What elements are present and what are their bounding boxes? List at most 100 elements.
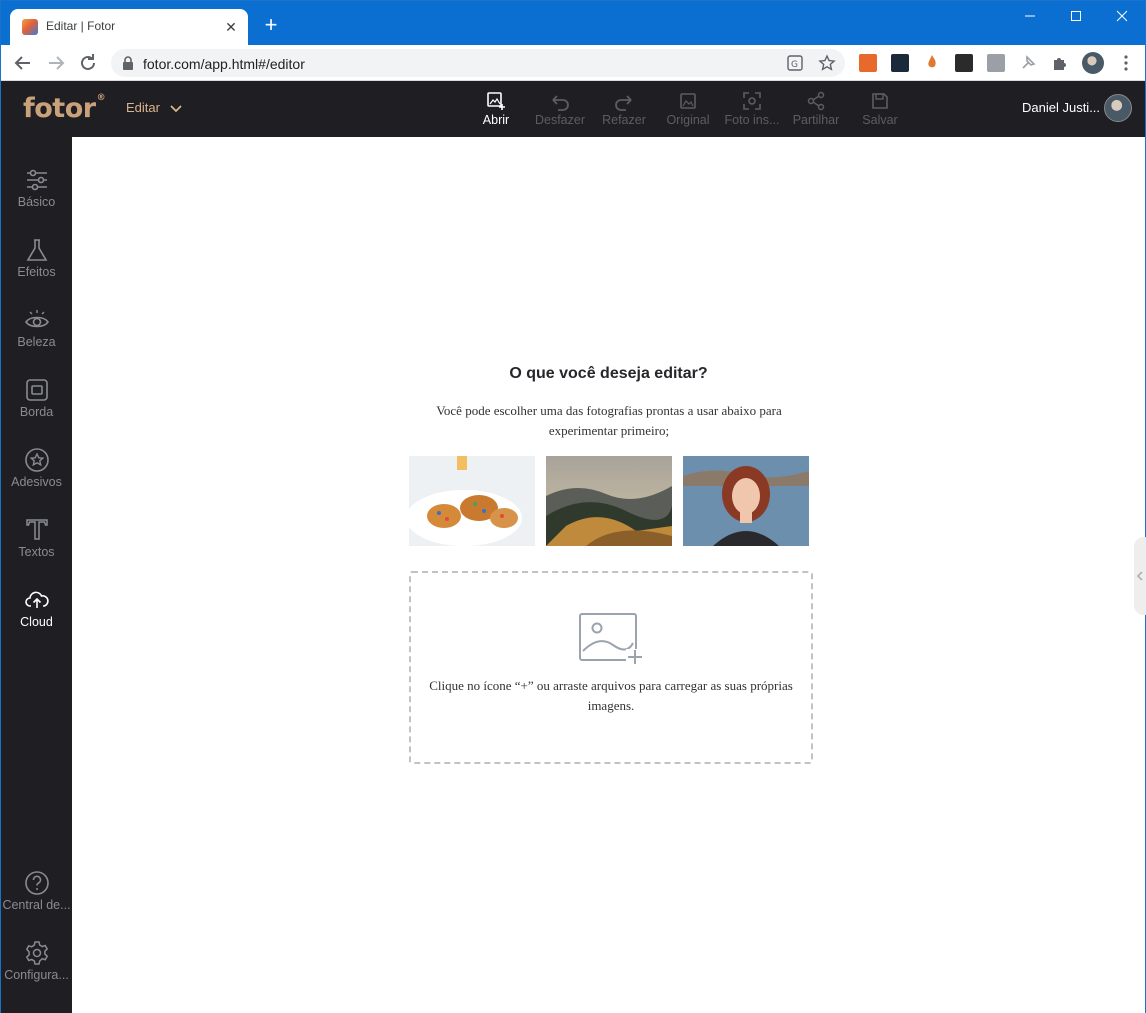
sidebar-item-cloud[interactable]: Cloud [1,587,72,647]
sidebar-item-label: Textos [18,545,55,559]
add-image-icon [487,92,505,110]
undo-icon [552,95,569,111]
sidebar-item-beauty[interactable]: Beleza [1,307,72,367]
fotor-favicon-icon [22,19,38,35]
logo-registered-mark: ® [96,93,106,103]
extension-pin-icon[interactable] [1019,54,1037,72]
settings-icon [25,941,48,965]
right-panel-toggle[interactable] [1134,537,1146,615]
undo-button[interactable]: Desfazer [528,91,592,131]
redo-button[interactable]: Refazer [592,91,656,131]
maximize-icon [1071,11,1081,21]
photo-insights-label: Foto ins... [724,113,780,127]
reload-button[interactable] [76,51,100,75]
extension-icon[interactable] [987,54,1005,72]
eye-icon [24,310,49,328]
sidebar-item-label: Borda [19,405,54,419]
bookmark-star-icon[interactable] [818,54,836,72]
extension-icon[interactable] [891,54,909,72]
svg-text:G: G [791,60,798,70]
mountains-photo [546,456,672,546]
cloud-upload-icon [24,591,49,608]
profile-avatar[interactable] [1082,52,1104,74]
text-icon [25,519,48,540]
title-bar: Editar | Fotor ✕ + [1,1,1145,45]
menu-kebab-icon[interactable] [1117,54,1135,72]
chevron-left-icon [1136,571,1143,581]
close-icon [1116,10,1128,22]
editor-canvas: O que você deseja editar? Você pode esco… [72,137,1145,1013]
browser-toolbar: fotor.com/app.html#/editor G [1,45,1145,81]
original-label: Original [666,113,710,127]
extension-icon[interactable] [955,54,973,72]
save-button[interactable]: Salvar [848,91,912,131]
sidebar-item-basic[interactable]: Básico [1,167,72,227]
frame-icon [25,379,48,401]
sample-image-portrait[interactable] [683,456,809,546]
maximize-button[interactable] [1053,1,1099,31]
close-window-button[interactable] [1099,1,1145,31]
arrow-left-icon [14,56,30,70]
upload-instructions: Clique no ícone “+” ou arraste arquivos … [429,678,793,713]
add-image-icon[interactable] [579,613,645,665]
extension-icon[interactable] [859,54,877,72]
address-bar[interactable]: fotor.com/app.html#/editor G [111,49,845,77]
user-avatar[interactable] [1104,94,1132,122]
back-button[interactable] [11,51,35,75]
translate-icon[interactable]: G [787,55,803,71]
tab-close-icon[interactable]: ✕ [222,18,240,36]
mode-label: Editar [126,100,160,115]
sidebar-item-effects[interactable]: Efeitos [1,237,72,297]
original-button[interactable]: Original [656,91,720,131]
redo-label: Refazer [602,113,646,127]
sidebar-item-label: Básico [17,195,56,209]
mode-dropdown[interactable]: Editar [126,100,182,115]
tab-title: Editar | Fotor [46,19,116,33]
minimize-button[interactable] [1007,1,1053,31]
chevron-down-icon [169,104,182,112]
app-header: fotor® Editar Abrir Desfazer Refazer Ori… [1,81,1145,137]
browser-window: Editar | Fotor ✕ + fotor.com/app.html#/e… [0,0,1146,1013]
save-icon [872,93,888,109]
share-label: Partilhar [792,113,840,127]
open-button[interactable]: Abrir [464,91,528,131]
redo-icon [615,95,632,111]
reload-icon [81,54,95,70]
user-name[interactable]: Daniel Justi... [1022,100,1100,115]
upload-dropzone[interactable]: Clique no ícone “+” ou arraste arquivos … [409,571,813,764]
sample-image-mountains[interactable] [546,456,672,546]
portrait-photo [683,456,809,546]
left-sidebar: Básico Efeitos Beleza Borda Adesivos Tex… [1,137,72,1013]
logo-text: fotor [23,93,96,124]
cookies-photo [409,456,535,546]
url-text: fotor.com/app.html#/editor [143,56,305,72]
forward-button[interactable] [44,51,68,75]
sliders-icon [26,169,47,191]
lock-icon [123,56,133,70]
browser-tab[interactable]: Editar | Fotor ✕ [10,9,248,45]
extension-flame-icon[interactable] [923,54,941,72]
photo-insights-button[interactable]: Foto ins... [720,91,784,131]
sidebar-item-border[interactable]: Borda [1,377,72,437]
sidebar-item-label: Efeitos [17,265,56,279]
scan-icon [743,92,761,110]
undo-label: Desfazer [534,113,586,127]
new-tab-button[interactable]: + [259,13,283,37]
original-icon [680,93,696,109]
share-button[interactable]: Partilhar [784,91,848,131]
save-label: Salvar [862,113,898,127]
sidebar-item-settings[interactable]: Configura... [1,940,72,1000]
arrow-right-icon [49,56,65,70]
sample-image-cookies[interactable] [409,456,535,546]
page-title: O que você deseja editar? [509,365,708,382]
extensions-puzzle-icon[interactable] [1051,54,1069,72]
sidebar-item-help-center[interactable]: Central de... [1,870,72,930]
sidebar-item-label: Central de... [2,898,71,912]
sidebar-item-label: Adesivos [11,475,62,489]
sidebar-item-label: Beleza [17,335,56,349]
fotor-logo[interactable]: fotor® [23,93,106,124]
sidebar-item-label: Cloud [20,615,53,629]
open-label: Abrir [482,113,510,127]
sidebar-item-stickers[interactable]: Adesivos [1,447,72,507]
sidebar-item-texts[interactable]: Textos [1,517,72,577]
